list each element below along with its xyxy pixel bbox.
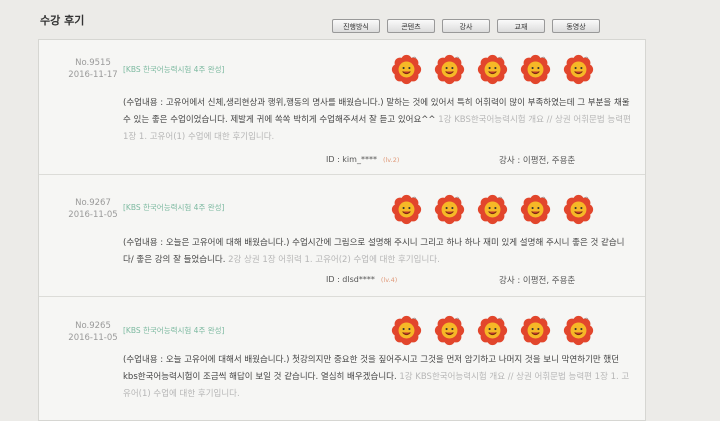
rating-stars bbox=[391, 54, 594, 89]
reviewer-level: (lv.4) bbox=[380, 276, 398, 284]
tab-progress[interactable]: 진행방식 bbox=[332, 19, 380, 33]
review-number: No.9265 bbox=[75, 321, 111, 331]
review-date: 2016-11-05 bbox=[68, 333, 118, 343]
flower-smile-icon bbox=[563, 54, 594, 89]
course-name[interactable]: [KBS 한국어능력시험 4주 완성] bbox=[123, 325, 224, 336]
tab-contents[interactable]: 콘텐츠 bbox=[387, 19, 435, 33]
reviewer-id-text: ID : kim_**** bbox=[326, 155, 377, 164]
flower-smile-icon bbox=[391, 315, 422, 350]
review-date: 2016-11-05 bbox=[68, 210, 118, 220]
course-name[interactable]: [KBS 한국어능력시험 4주 완성] bbox=[123, 64, 224, 75]
review-item: No.9265 2016-11-05 [KBS 한국어능력시험 4주 완성] (… bbox=[39, 296, 645, 420]
review-number: No.9515 bbox=[75, 58, 111, 68]
flower-smile-icon bbox=[477, 315, 508, 350]
tab-textbook[interactable]: 교재 bbox=[497, 19, 545, 33]
course-name[interactable]: [KBS 한국어능력시험 4주 완성] bbox=[123, 202, 224, 213]
flower-smile-icon bbox=[520, 194, 551, 229]
review-content: (수업내용 : 고유어에서 신체,생리현상과 행위,행동의 명사를 배웠습니다.… bbox=[123, 95, 633, 146]
page-title: 수강 후기 bbox=[40, 14, 85, 27]
rating-stars bbox=[391, 315, 594, 350]
flower-smile-icon bbox=[391, 54, 422, 89]
reviewer-id: ID : dlsd**** (lv.4) bbox=[326, 275, 397, 284]
flower-smile-icon bbox=[434, 54, 465, 89]
flower-smile-icon bbox=[434, 194, 465, 229]
review-list: No.9515 2016-11-17 [KBS 한국어능력시험 4주 완성] (… bbox=[38, 39, 646, 421]
review-date: 2016-11-17 bbox=[68, 70, 118, 80]
rating-stars bbox=[391, 194, 594, 229]
review-item: No.9267 2016-11-05 [KBS 한국어능력시험 4주 완성] (… bbox=[39, 174, 645, 297]
review-category-tabs: 진행방식 콘텐츠 강사 교재 동영상 bbox=[332, 19, 600, 33]
reviewer-id-text: ID : dlsd**** bbox=[326, 275, 375, 284]
reviewer-level: (lv.2) bbox=[382, 156, 400, 164]
flower-smile-icon bbox=[477, 54, 508, 89]
review-item: No.9515 2016-11-17 [KBS 한국어능력시험 4주 완성] (… bbox=[39, 40, 645, 175]
flower-smile-icon bbox=[520, 315, 551, 350]
flower-smile-icon bbox=[434, 315, 465, 350]
flower-smile-icon bbox=[563, 315, 594, 350]
review-content: (수업내용 : 오늘은 고유어에 대해 배웠습니다.) 수업시간에 그림으로 설… bbox=[123, 235, 633, 269]
review-content: (수업내용 : 오늘 고유어에 대해서 배웠습니다.) 첫강의지만 중요한 것을… bbox=[123, 352, 633, 403]
review-number: No.9267 bbox=[75, 198, 111, 208]
reviewer-id: ID : kim_**** (lv.2) bbox=[326, 155, 399, 164]
flower-smile-icon bbox=[520, 54, 551, 89]
teacher-info: 강사 : 이평전, 주용춘 bbox=[499, 156, 576, 166]
flower-smile-icon bbox=[391, 194, 422, 229]
teacher-info: 강사 : 이평전, 주용춘 bbox=[499, 276, 576, 286]
tab-video[interactable]: 동영상 bbox=[552, 19, 600, 33]
related-lecture[interactable]: 2강 상권 1장 어휘력 1. 고유어(2) 수업에 대한 후기입니다. bbox=[228, 255, 440, 265]
flower-smile-icon bbox=[477, 194, 508, 229]
tab-teacher[interactable]: 강사 bbox=[442, 19, 490, 33]
flower-smile-icon bbox=[563, 194, 594, 229]
